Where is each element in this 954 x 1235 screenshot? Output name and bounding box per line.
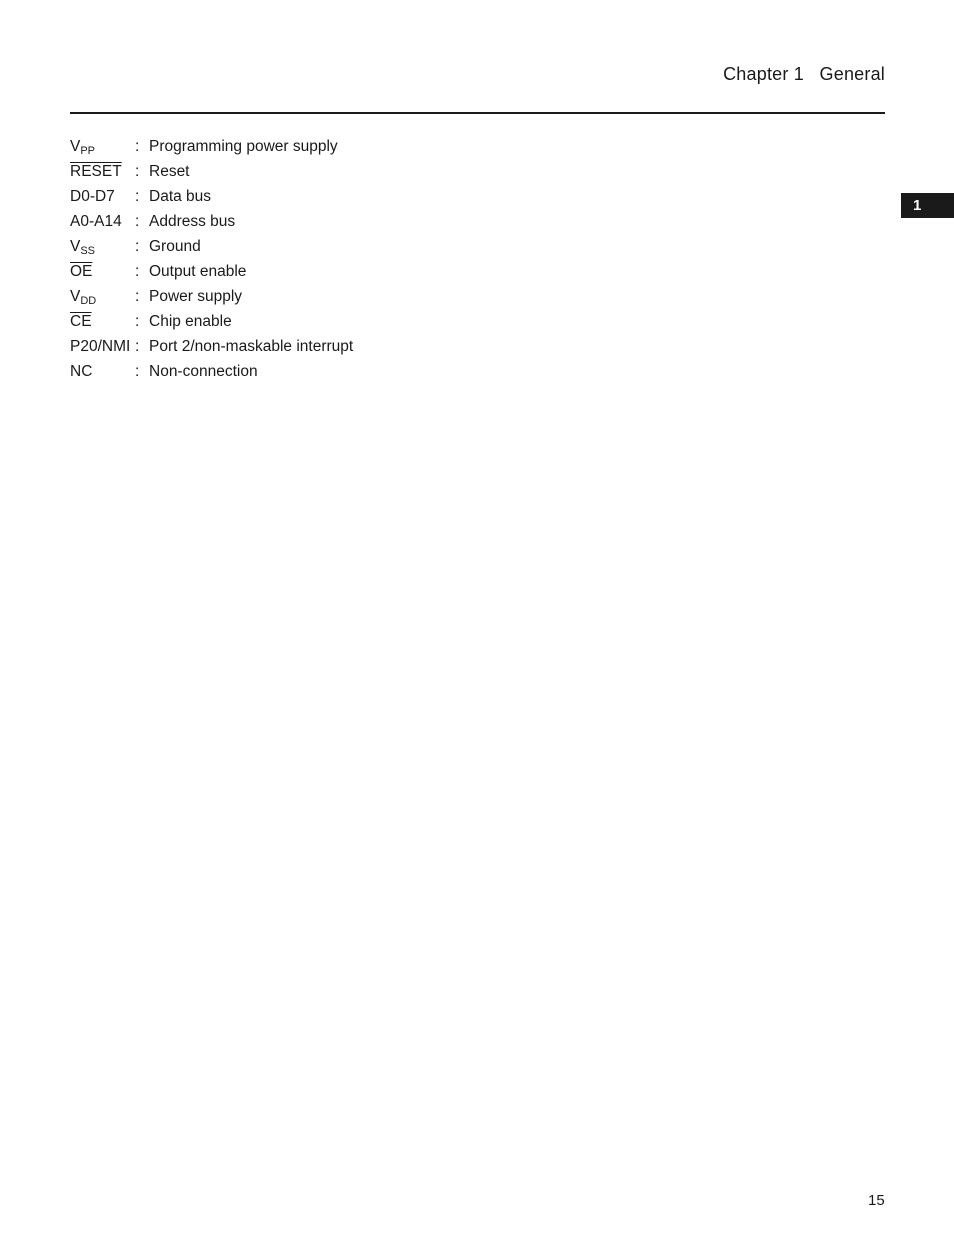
chapter-tab: 1 <box>901 193 954 218</box>
pin-description: Power supply <box>149 288 243 305</box>
pin-name: RESET <box>70 161 135 186</box>
header-rule <box>70 112 885 114</box>
pin-name-base: V <box>70 288 81 305</box>
pin-separator: : <box>135 263 140 280</box>
pin-row: A0-A14: Address bus <box>70 211 353 236</box>
pin-name: VDD <box>70 286 135 311</box>
pin-name-base: V <box>70 238 81 255</box>
pin-name-subscript: PP <box>80 145 96 157</box>
pin-description: Ground <box>149 238 201 255</box>
pin-row: D0-D7: Data bus <box>70 186 353 211</box>
pin-row: OE: Output enable <box>70 261 353 286</box>
pin-name-base: D0-D7 <box>70 188 115 205</box>
pin-name: D0-D7 <box>70 186 135 211</box>
pin-name-subscript: DD <box>80 295 97 307</box>
pin-description: Programming power supply <box>149 138 338 155</box>
pin-description: Reset <box>149 163 190 180</box>
pin-name-base: RESET <box>70 163 122 180</box>
pin-separator: : <box>135 313 140 330</box>
pin-name-base: P20/NMI <box>70 338 131 355</box>
pin-row: P20/NMI: Port 2/non-maskable interrupt <box>70 336 353 361</box>
pin-list: VPP: Programming power supply RESET: Reset D… <box>70 136 353 386</box>
pin-name: VPP <box>70 136 135 161</box>
pin-name: NC <box>70 361 135 386</box>
pin-separator: : <box>135 363 140 380</box>
pin-row: CE: Chip enable <box>70 311 353 336</box>
pin-separator: : <box>135 188 140 205</box>
pin-name-base: OE <box>70 263 93 280</box>
pin-description: Address bus <box>149 213 236 230</box>
page-number: 15 <box>868 1192 885 1209</box>
pin-name: A0-A14 <box>70 211 135 236</box>
pin-description: Chip enable <box>149 313 232 330</box>
pin-name: P20/NMI <box>70 336 135 361</box>
pin-name-base: CE <box>70 313 92 330</box>
pin-separator: : <box>135 138 140 155</box>
pin-separator: : <box>135 163 140 180</box>
pin-separator: : <box>135 338 140 355</box>
pin-description: Non-connection <box>149 363 258 380</box>
pin-name: OE <box>70 261 135 286</box>
pin-row: VPP: Programming power supply <box>70 136 353 161</box>
pin-row: VDD: Power supply <box>70 286 353 311</box>
pin-separator: : <box>135 288 140 305</box>
pin-separator: : <box>135 213 140 230</box>
page-header-title: Chapter 1 General <box>723 64 885 84</box>
pin-row: VSS: Ground <box>70 236 353 261</box>
pin-description: Output enable <box>149 263 247 280</box>
pin-name-base: NC <box>70 363 93 380</box>
pin-row: NC: Non-connection <box>70 361 353 386</box>
pin-name-base: V <box>70 138 81 155</box>
pin-name: VSS <box>70 236 135 261</box>
chapter-tab-label: 1 <box>913 197 922 214</box>
pin-name: CE <box>70 311 135 336</box>
pin-name-base: A0-A14 <box>70 213 122 230</box>
pin-separator: : <box>135 238 140 255</box>
pin-description: Data bus <box>149 188 212 205</box>
pin-description: Port 2/non-maskable interrupt <box>149 338 354 355</box>
pin-row: RESET: Reset <box>70 161 353 186</box>
pin-name-subscript: SS <box>80 245 96 257</box>
